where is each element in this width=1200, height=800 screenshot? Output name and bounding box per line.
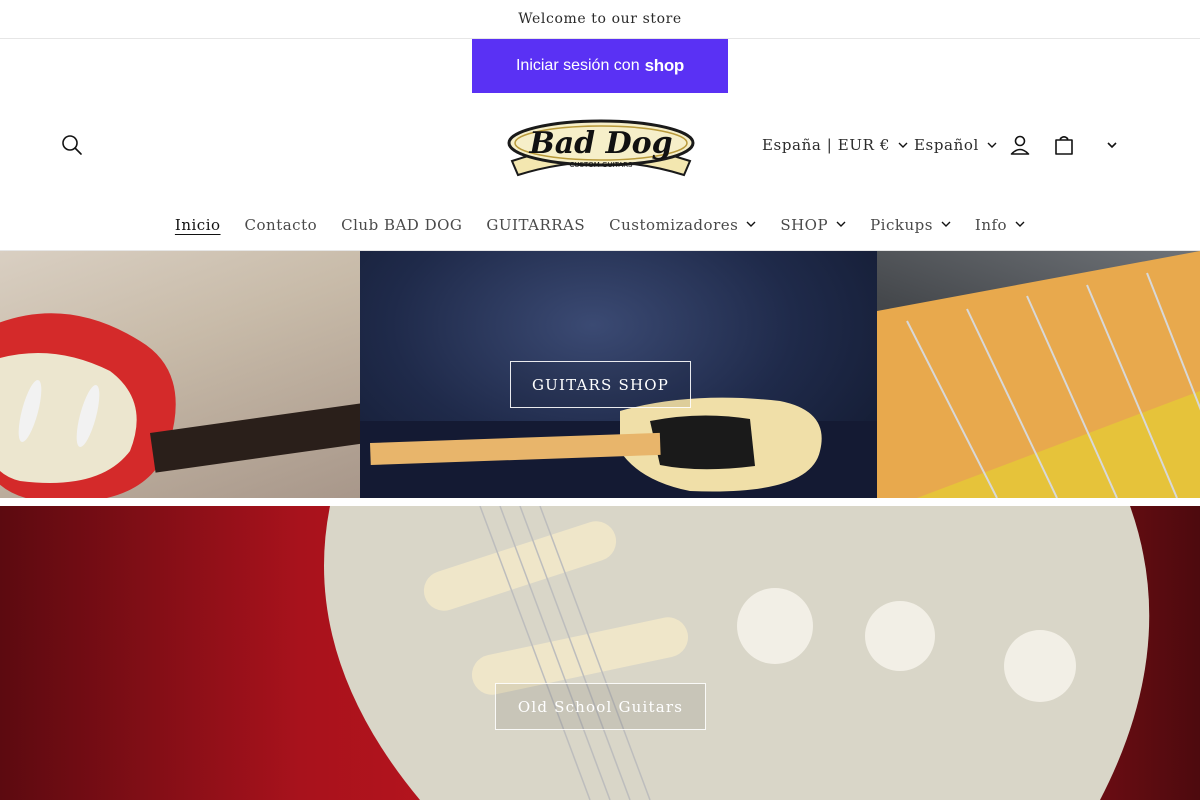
store-logo[interactable]: Bad Dog CUSTOM GUITARS [502,117,700,181]
language-selector[interactable]: Español [914,131,997,159]
nav-item-info[interactable]: Info [963,216,1037,234]
account-icon [1010,135,1030,155]
chevron-down-icon [941,221,951,227]
announcement-bar: Welcome to our store [0,0,1200,39]
nav-item-label: Inicio [174,215,221,234]
chevron-down-icon [746,221,756,227]
main-nav: Inicio Contacto Club BAD DOG GUITARRAS C… [0,203,1200,251]
nav-item-guitarras[interactable]: GUITARRAS [474,216,597,234]
nav-item-label: SHOP [780,215,829,234]
nav-item-label: Club BAD DOG [341,215,463,234]
extra-dropdown-button[interactable] [1098,129,1126,161]
chevron-down-icon [1107,141,1117,148]
nav-item-pickups[interactable]: Pickups [858,216,963,234]
guitars-shop-button-label: GUITARS SHOP [531,375,670,394]
nav-item-label: Contacto [244,215,318,234]
nav-item-label: Customizadores [609,215,739,234]
banner-image-red-guitar [324,506,1150,800]
old-school-guitars-button[interactable]: Old School Guitars [495,683,706,730]
old-school-guitars-button-label: Old School Guitars [517,697,684,716]
nav-item-contacto[interactable]: Contacto [233,216,330,234]
guitars-shop-button[interactable]: GUITARS SHOP [510,361,691,408]
nav-item-customizadores[interactable]: Customizadores [597,216,768,234]
nav-item-inicio[interactable]: Inicio [163,216,233,234]
shop-login-button[interactable]: Iniciar sesión con shop [472,39,728,93]
nav-item-label: Pickups [870,215,933,234]
svg-text:CUSTOM GUITARS: CUSTOM GUITARS [570,161,634,169]
chevron-down-icon [1015,221,1025,227]
nav-item-label: Info [974,215,1008,234]
shop-brand-text: shop [644,56,685,75]
announcement-text: Welcome to our store [518,11,682,27]
guitars-collage-banner: GUITARS SHOP [0,251,1200,498]
chevron-down-icon [898,142,908,148]
search-icon [62,135,82,155]
banner-image-fretboard [877,251,1200,498]
chevron-down-icon [836,221,846,227]
nav-item-club-bad-dog[interactable]: Club BAD DOG [329,216,474,234]
cart-button[interactable] [1048,129,1080,161]
cart-icon [1055,135,1073,155]
chevron-down-icon [987,142,997,148]
language-selector-value: Español [914,136,979,154]
account-button[interactable] [1004,129,1036,161]
country-selector[interactable]: España | EUR € [762,131,908,159]
banner-image-red-strat [0,251,360,498]
svg-text:Bad Dog: Bad Dog [528,126,672,161]
site-header: Bad Dog CUSTOM GUITARS España | EUR € Es… [0,93,1200,203]
bad-dog-logo-icon: Bad Dog CUSTOM GUITARS [507,119,695,177]
old-school-guitars-banner: Old School Guitars [0,506,1200,800]
search-button[interactable] [56,129,88,161]
country-selector-value: España | EUR € [762,136,890,154]
shop-login-label: Iniciar sesión con [515,57,640,74]
nav-item-label: GUITARRAS [486,215,586,234]
nav-item-shop[interactable]: SHOP [768,216,858,234]
